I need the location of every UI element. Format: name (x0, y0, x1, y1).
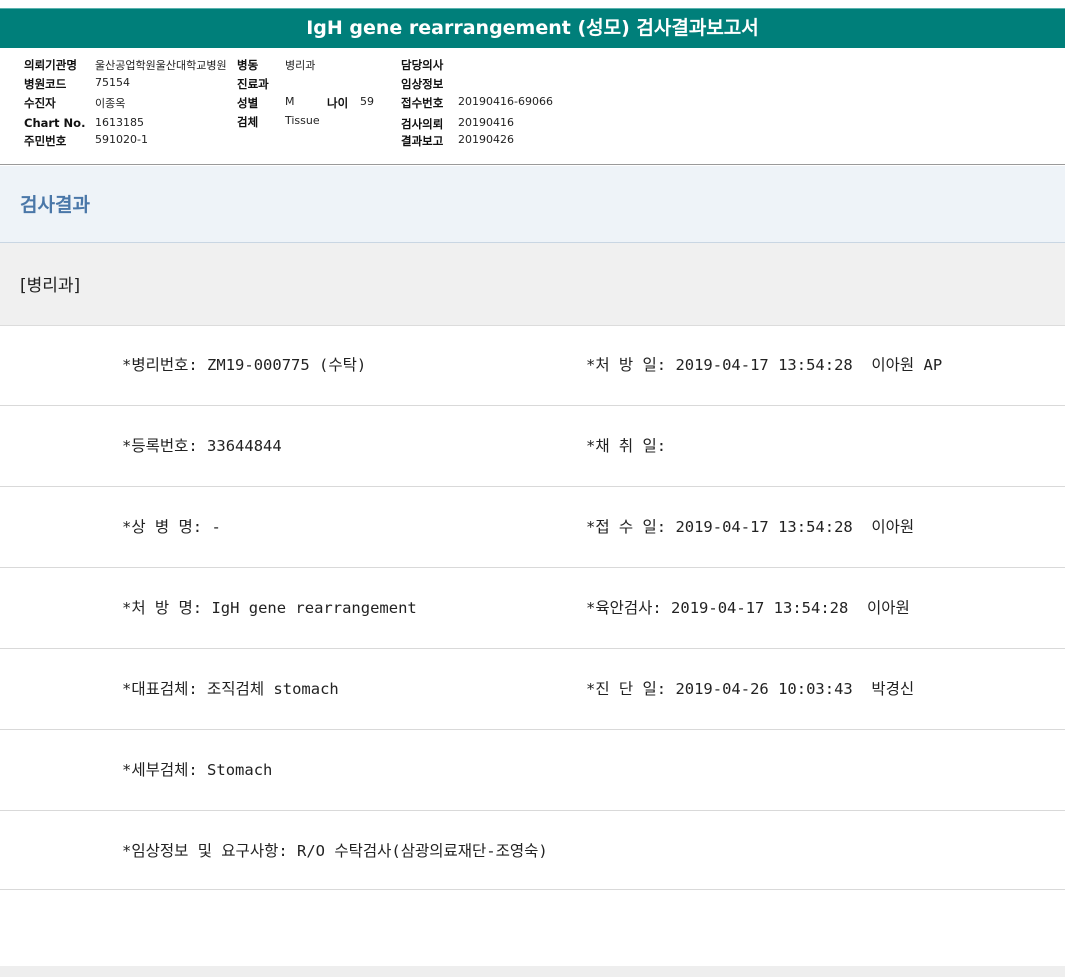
chart-no-value: 1613185 (95, 116, 144, 129)
hospital-code-value: 75154 (95, 76, 130, 89)
diagnosis-date: *진 단 일: 2019-04-26 10:03:43 박경신 (586, 680, 915, 698)
report-date-value: 20190426 (458, 133, 514, 146)
section-title: 검사결과 (20, 194, 90, 216)
institution-value: 울산공업학원울산대학교병원 (95, 59, 227, 72)
id-number-label: 주민번호 (24, 134, 67, 148)
patient-info-panel: 의뢰기관명 울산공업학원울산대학교병원 병원코드 75154 수진자 이종옥 C… (0, 48, 1065, 165)
request-date-label: 검사의뢰 (401, 117, 444, 131)
result-row: *세부검체: Stomach (0, 730, 1065, 811)
institution-label: 의뢰기관명 (24, 58, 77, 72)
report-title: IgH gene rearrangement (성모) 검사결과보고서 (0, 8, 1065, 48)
clinical-requests: *임상정보 및 요구사항: R/O 수탁검사(삼광의료재단-조영숙) (122, 842, 548, 860)
result-row: *병리번호: ZM19-000775 (수탁) *처 방 일: 2019-04-… (0, 325, 1065, 406)
sex-label: 성별 (237, 96, 259, 110)
department-name: [병리과] (20, 276, 81, 296)
id-number-value: 591020-1 (95, 133, 148, 146)
report-date-label: 결과보고 (401, 134, 444, 148)
result-section-header: 검사결과 (0, 166, 1065, 243)
patient-label: 수진자 (24, 96, 56, 110)
prescription-date: *처 방 일: 2019-04-17 13:54:28 이아원 AP (586, 356, 943, 374)
gross-exam-date: *육안검사: 2019-04-17 13:54:28 이아원 (586, 599, 910, 617)
specimen-label: 검체 (237, 115, 259, 129)
ward-label: 병동 (237, 58, 259, 72)
collection-date: *채 취 일: (586, 437, 667, 455)
result-row: *대표검체: 조직검체 stomach *진 단 일: 2019-04-26 1… (0, 649, 1065, 730)
registration-number: *등록번호: 33644844 (122, 437, 282, 455)
patient-value: 이종옥 (95, 97, 126, 110)
pathology-number: *병리번호: ZM19-000775 (수탁) (122, 356, 367, 374)
request-date-value: 20190416 (458, 116, 514, 129)
chart-no-label: Chart No. (24, 116, 86, 130)
clinical-info-label: 임상정보 (401, 77, 444, 91)
diagnosis-name: *상 병 명: - (122, 518, 221, 536)
hospital-code-label: 병원코드 (24, 77, 67, 91)
doctor-label: 담당의사 (401, 58, 444, 72)
age-value: 59 (360, 95, 374, 108)
sex-value: M (285, 95, 295, 108)
receipt-number-label: 접수번호 (401, 96, 444, 110)
prescription-name: *처 방 명: IgH gene rearrangement (122, 599, 417, 617)
result-row: *상 병 명: - *접 수 일: 2019-04-17 13:54:28 이아… (0, 487, 1065, 568)
specimen-value: Tissue (285, 114, 320, 127)
result-row: *처 방 명: IgH gene rearrangement *육안검사: 20… (0, 568, 1065, 649)
receipt-number-value: 20190416-69066 (458, 95, 553, 108)
receipt-date: *접 수 일: 2019-04-17 13:54:28 이아원 (586, 518, 915, 536)
footer-bar (0, 966, 1065, 977)
detailed-specimen: *세부검체: Stomach (122, 761, 273, 779)
result-row: *임상정보 및 요구사항: R/O 수탁검사(삼광의료재단-조영숙) (0, 811, 1065, 890)
ward-value: 병리과 (285, 59, 316, 72)
department-bar: [병리과] (0, 243, 1065, 326)
result-row: *등록번호: 33644844 *채 취 일: (0, 406, 1065, 487)
representative-specimen: *대표검체: 조직검체 stomach (122, 680, 339, 698)
dept-label: 진료과 (237, 77, 269, 91)
age-label: 나이 (327, 96, 349, 110)
